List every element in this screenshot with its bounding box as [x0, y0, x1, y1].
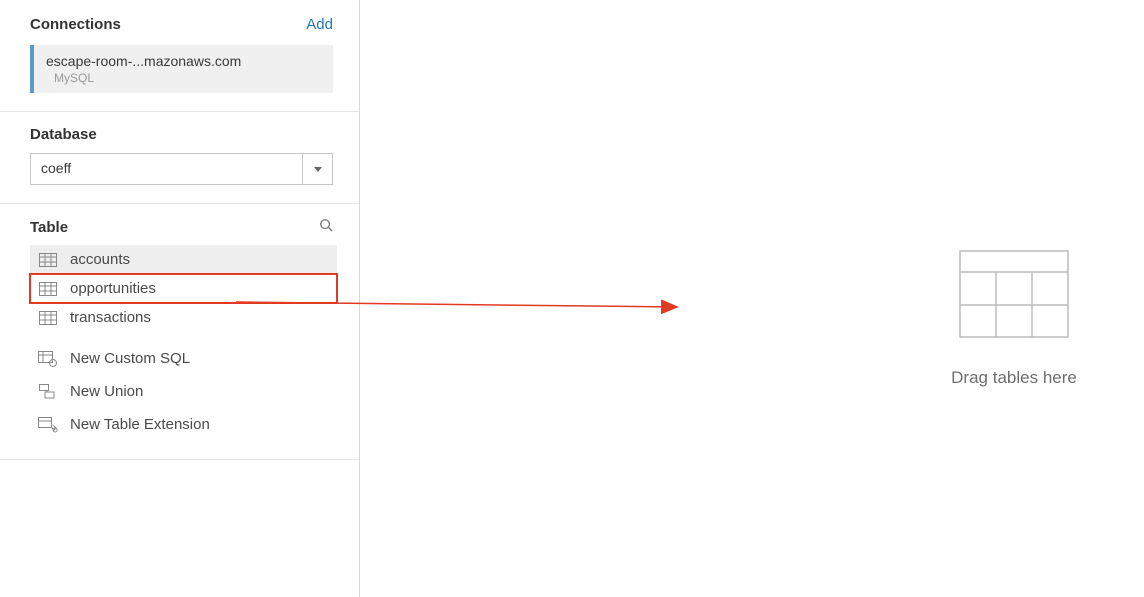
table-icon	[38, 252, 58, 268]
table-placeholder-icon	[959, 250, 1069, 340]
connection-item[interactable]: escape-room-...mazonaws.com MySQL	[30, 45, 333, 93]
table-item-opportunities[interactable]: opportunities	[30, 274, 337, 303]
database-selected-value: coeff	[31, 154, 302, 184]
connection-type: MySQL	[54, 71, 321, 85]
table-item-label: transactions	[70, 309, 151, 326]
table-item-label: accounts	[70, 251, 130, 268]
add-connection-link[interactable]: Add	[306, 16, 333, 33]
connections-title: Connections	[30, 16, 121, 33]
dropdown-caret-button[interactable]	[302, 154, 332, 184]
connection-host: escape-room-...mazonaws.com	[46, 53, 321, 69]
new-custom-sql-action[interactable]: New Custom SQL	[30, 342, 337, 375]
custom-sql-icon	[38, 351, 58, 367]
action-label: New Table Extension	[70, 416, 210, 433]
action-label: New Custom SQL	[70, 350, 190, 367]
table-item-label: opportunities	[70, 280, 156, 297]
drop-hint-text: Drag tables here	[924, 368, 1104, 388]
search-icon[interactable]	[319, 218, 333, 237]
new-table-extension-action[interactable]: New Table Extension	[30, 408, 337, 441]
table-section-title: Table	[30, 219, 68, 236]
drop-zone[interactable]: Drag tables here	[924, 250, 1104, 388]
table-icon	[38, 310, 58, 326]
union-icon	[38, 384, 58, 400]
table-icon	[38, 281, 58, 297]
chevron-down-icon	[314, 167, 322, 172]
table-item-transactions[interactable]: transactions	[30, 303, 337, 332]
action-label: New Union	[70, 383, 143, 400]
sidebar: Connections Add escape-room-...mazonaws.…	[0, 0, 360, 597]
table-extension-icon	[38, 417, 58, 433]
database-select[interactable]: coeff	[30, 153, 333, 185]
database-label: Database	[30, 126, 333, 143]
new-union-action[interactable]: New Union	[30, 375, 337, 408]
table-item-accounts[interactable]: accounts	[30, 245, 337, 274]
canvas-area[interactable]: Drag tables here	[360, 0, 1144, 597]
